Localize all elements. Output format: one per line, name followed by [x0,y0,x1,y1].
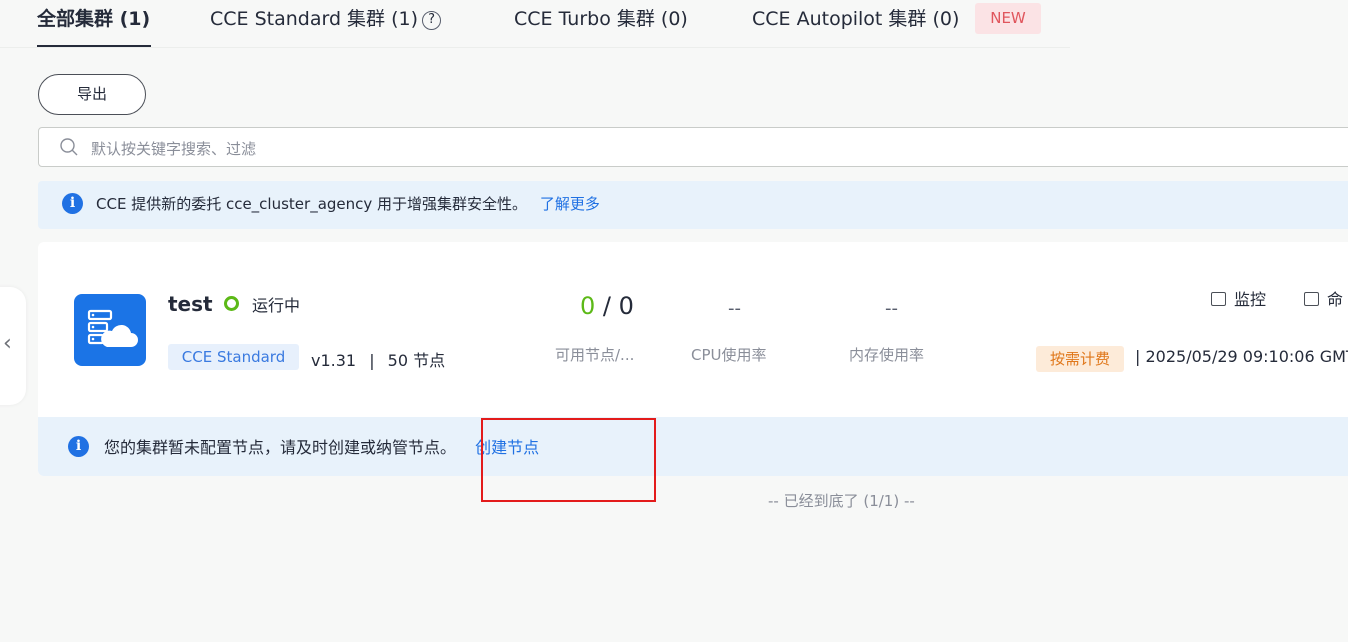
available-nodes-value: 0 / 0 [580,292,634,320]
monitor-label: 监控 [1234,290,1267,309]
new-badge: NEW [975,3,1041,34]
command-label: 命 [1327,290,1344,309]
monitor-icon [1211,292,1226,306]
help-icon[interactable]: ? [422,11,442,30]
sidebar-toggle[interactable]: ‹ [0,287,26,405]
info-icon: i [68,436,89,457]
info-banner: i CCE 提供新的委托 cce_cluster_agency 用于增强集群安全… [38,181,1348,229]
status-running-icon [224,296,239,311]
tabs-divider [0,47,1070,48]
search-placeholder: 默认按关键字搜索、过滤 [91,140,257,158]
info-banner-text: CCE 提供新的委托 cce_cluster_agency 用于增强集群安全性。… [96,193,600,214]
memory-usage-label: 内存使用率 [849,346,925,364]
command-action[interactable]: 命 [1304,286,1343,310]
tab-cce-turbo[interactable]: CCE Turbo 集群 (0) [514,4,688,31]
version-separator: | [369,351,375,370]
info-banner-message: CCE 提供新的委托 cce_cluster_agency 用于增强集群安全性。 [96,195,528,213]
tab-cce-standard-label: CCE Standard 集群 (1) [210,8,419,30]
tab-cce-autopilot[interactable]: CCE Autopilot 集群 (0) [752,4,959,31]
memory-usage-value: -- [885,298,898,319]
list-end-text: -- 已经到底了 (1/1) -- [768,492,915,510]
chevron-left-icon: ‹ [3,331,12,356]
tab-cce-standard[interactable]: CCE Standard 集群 (1)? [210,4,442,31]
available-nodes-label: 可用节点/... [555,346,635,364]
cluster-version: v1.31 [311,351,357,370]
cluster-name[interactable]: test [168,292,213,316]
total-nodes-count: / 0 [595,292,634,320]
cluster-icon [74,294,146,366]
cluster-status: 运行中 [252,296,301,315]
active-tab-indicator [37,45,151,47]
highlight-box [481,418,656,502]
node-notice-banner: i 您的集群暂未配置节点，请及时创建或纳管节点。 创建节点 [38,417,1348,476]
cpu-usage-label: CPU使用率 [691,346,767,364]
cluster-node-count: 50 节点 [387,351,446,370]
node-notice-text: 您的集群暂未配置节点，请及时创建或纳管节点。 创建节点 [104,434,539,458]
monitor-action[interactable]: 监控 [1211,286,1266,310]
available-nodes-count: 0 [580,292,596,320]
billing-mode-tag: 按需计费 [1036,346,1124,372]
cluster-version-info: v1.31 | 50 节点 [311,347,445,371]
export-button[interactable]: 导出 [38,74,146,115]
learn-more-link[interactable]: 了解更多 [540,195,600,213]
cluster-card[interactable]: test 运行中 CCE Standard v1.31 | 50 节点 0 / … [38,242,1348,476]
cpu-usage-value: -- [728,298,741,319]
info-icon: i [62,193,83,214]
tab-all-clusters[interactable]: 全部集群 (1) [37,4,150,31]
search-input[interactable]: 默认按关键字搜索、过滤 [38,127,1348,167]
cluster-type-tag: CCE Standard [168,344,299,370]
search-icon [60,138,78,156]
terminal-icon [1304,292,1319,306]
node-notice-message: 您的集群暂未配置节点，请及时创建或纳管节点。 [104,438,457,457]
cluster-created-time: | 2025/05/29 09:10:06 GMT [1135,347,1348,366]
